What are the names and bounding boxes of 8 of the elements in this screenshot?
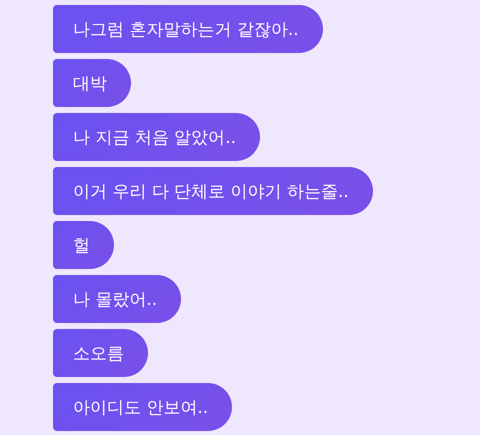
message-bubble: 헐	[53, 221, 114, 269]
message-bubble: 나그럼 혼자말하는거 같잖아..	[53, 5, 323, 53]
message-bubble: 이거 우리 다 단체로 이야기 하는줄..	[53, 167, 373, 215]
message-bubble: 나 몰랐어..	[53, 275, 182, 323]
message-bubble: 대박	[53, 59, 131, 107]
message-bubble: 아이디도 안보여..	[53, 383, 232, 431]
message-bubble: 소오름	[53, 329, 148, 377]
message-bubble: 나 지금 처음 알았어..	[53, 113, 260, 161]
